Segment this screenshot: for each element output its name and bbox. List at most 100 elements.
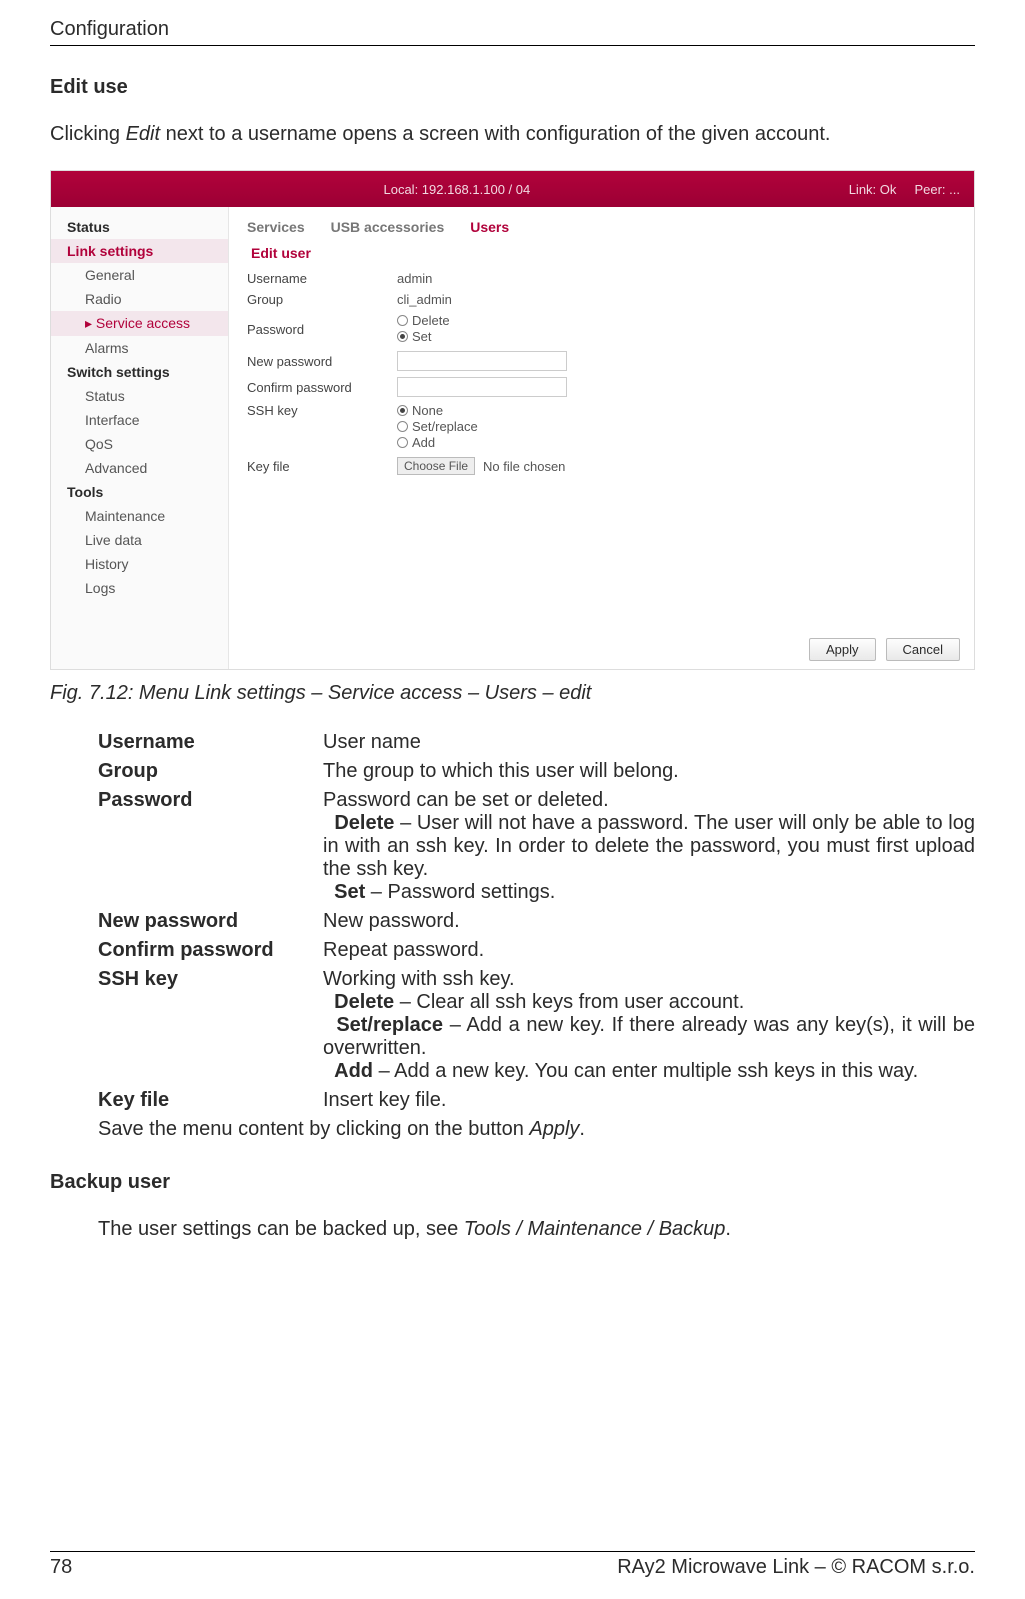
sidebar-item[interactable]: Advanced	[51, 456, 228, 480]
definition-desc: Repeat password.	[323, 939, 975, 962]
definition-text: – Add a new key. You can enter multiple …	[373, 1060, 918, 1082]
footer-right: RAy2 Microwave Link – © RACOM s.r.o.	[617, 1556, 975, 1579]
value-group: cli_admin	[397, 292, 452, 307]
definition-bold: Delete	[334, 991, 394, 1013]
definition-row: UsernameUser name	[98, 731, 975, 754]
definition-text: Insert key file.	[323, 1089, 446, 1111]
topbar-link: Link: Ok	[849, 182, 897, 197]
definition-text: The group to which this user will belong…	[323, 760, 679, 782]
definition-term: Group	[98, 760, 323, 783]
definition-text: Working with ssh key.	[323, 968, 515, 990]
radio-pw-set[interactable]: Set	[397, 329, 432, 344]
definition-row: Confirm passwordRepeat password.	[98, 939, 975, 962]
definition-term: New password	[98, 910, 323, 933]
section-backup-user-title: Backup user	[50, 1171, 975, 1194]
backup-post: .	[725, 1218, 731, 1240]
tab[interactable]: Users	[470, 219, 509, 235]
no-file-text: No file chosen	[483, 459, 565, 474]
label-keyfile: Key file	[247, 459, 397, 474]
definition-desc: New password.	[323, 910, 975, 933]
definition-text: Repeat password.	[323, 939, 484, 961]
topbar-right: Link: Ok Peer: ...	[849, 182, 960, 197]
sidebar: StatusLink settingsGeneralRadio▸ Service…	[51, 207, 229, 669]
sidebar-item[interactable]: Tools	[51, 480, 228, 504]
definition-desc: User name	[323, 731, 975, 754]
definition-row: New passwordNew password.	[98, 910, 975, 933]
definition-row: PasswordPassword can be set or deleted. …	[98, 789, 975, 904]
page-number: 78	[50, 1556, 72, 1579]
row-newpassword: New password	[247, 351, 956, 371]
label-confirmpassword: Confirm password	[247, 380, 397, 395]
row-group: Group cli_admin	[247, 292, 956, 307]
definition-text: New password.	[323, 910, 460, 932]
save-post: .	[579, 1118, 585, 1140]
save-note: Save the menu content by clicking on the…	[98, 1118, 975, 1141]
sidebar-item[interactable]: Logs	[51, 576, 228, 600]
sidebar-item[interactable]: Switch settings	[51, 360, 228, 384]
form-buttons: Apply Cancel	[809, 638, 960, 661]
tab[interactable]: Services	[247, 219, 305, 235]
tab[interactable]: USB accessories	[331, 219, 445, 235]
sidebar-item[interactable]: Status	[51, 215, 228, 239]
sidebar-item[interactable]: Maintenance	[51, 504, 228, 528]
radio-pw-delete-label: Delete	[412, 313, 450, 328]
radio-ssh-setreplace[interactable]: Set/replace	[397, 419, 478, 434]
label-sshkey: SSH key	[247, 403, 397, 418]
definition-desc: Working with ssh key. Delete – Clear all…	[323, 968, 975, 1083]
tabs-row: Services USB accessories Users	[247, 219, 956, 235]
value-username: admin	[397, 271, 432, 286]
apply-button[interactable]: Apply	[809, 638, 876, 661]
input-confirmpassword[interactable]	[397, 377, 567, 397]
label-newpassword: New password	[247, 354, 397, 369]
definition-desc: Password can be set or deleted. Delete –…	[323, 789, 975, 904]
sidebar-item[interactable]: Status	[51, 384, 228, 408]
radio-dot-icon	[397, 421, 408, 432]
definition-text: Password can be set or deleted.	[323, 789, 609, 811]
definition-row: Key fileInsert key file.	[98, 1089, 975, 1112]
sidebar-item[interactable]: ▸ Service access	[51, 311, 228, 336]
radio-pw-delete[interactable]: Delete	[397, 313, 450, 328]
radio-dot-checked-icon	[397, 405, 408, 416]
form-section-title: Edit user	[251, 245, 956, 261]
definition-text: – Password settings.	[365, 881, 555, 903]
row-confirmpassword: Confirm password	[247, 377, 956, 397]
choose-file-button[interactable]: Choose File	[397, 457, 475, 475]
sidebar-item[interactable]: QoS	[51, 432, 228, 456]
topbar-peer: Peer: ...	[914, 182, 960, 197]
definition-term: Username	[98, 731, 323, 754]
app-topbar: Local: 192.168.1.100 / 04 Link: Ok Peer:…	[51, 171, 974, 207]
definition-row: SSH keyWorking with ssh key. Delete – Cl…	[98, 968, 975, 1083]
row-password: Password Delete Set	[247, 313, 956, 345]
backup-pre: The user settings can be backed up, see	[98, 1218, 464, 1240]
page-footer: 78 RAy2 Microwave Link – © RACOM s.r.o.	[50, 1551, 975, 1579]
radio-ssh-none-label: None	[412, 403, 443, 418]
input-newpassword[interactable]	[397, 351, 567, 371]
save-em: Apply	[529, 1118, 579, 1140]
row-username: Username admin	[247, 271, 956, 286]
sidebar-item[interactable]: Radio	[51, 287, 228, 311]
running-header: Configuration	[50, 18, 975, 46]
definition-term: SSH key	[98, 968, 323, 1083]
radio-ssh-add[interactable]: Add	[397, 435, 435, 450]
sidebar-item[interactable]: Link settings	[51, 239, 228, 263]
intro-pre: Clicking	[50, 123, 126, 145]
sidebar-item[interactable]: Alarms	[51, 336, 228, 360]
backup-em: Tools / Maintenance / Backup	[464, 1218, 726, 1240]
content-area: Services USB accessories Users Edit user U…	[229, 207, 974, 669]
topbar-center: Local: 192.168.1.100 / 04	[383, 182, 530, 197]
sidebar-item[interactable]: Interface	[51, 408, 228, 432]
sidebar-item[interactable]: Live data	[51, 528, 228, 552]
radio-ssh-none[interactable]: None	[397, 403, 443, 418]
definition-text: – User will not have a password. The use…	[323, 812, 975, 880]
sidebar-item[interactable]: General	[51, 263, 228, 287]
radio-pw-set-label: Set	[412, 329, 432, 344]
intro-em: Edit	[126, 123, 160, 145]
row-sshkey: SSH key None Set/replace Add	[247, 403, 956, 451]
intro-paragraph: Clicking Edit next to a username opens a…	[50, 123, 975, 146]
sidebar-item[interactable]: History	[51, 552, 228, 576]
radio-dot-icon	[397, 315, 408, 326]
definition-bold: Add	[334, 1060, 373, 1082]
screenshot-figure: Local: 192.168.1.100 / 04 Link: Ok Peer:…	[50, 170, 975, 670]
cancel-button[interactable]: Cancel	[886, 638, 960, 661]
definition-desc: The group to which this user will belong…	[323, 760, 975, 783]
